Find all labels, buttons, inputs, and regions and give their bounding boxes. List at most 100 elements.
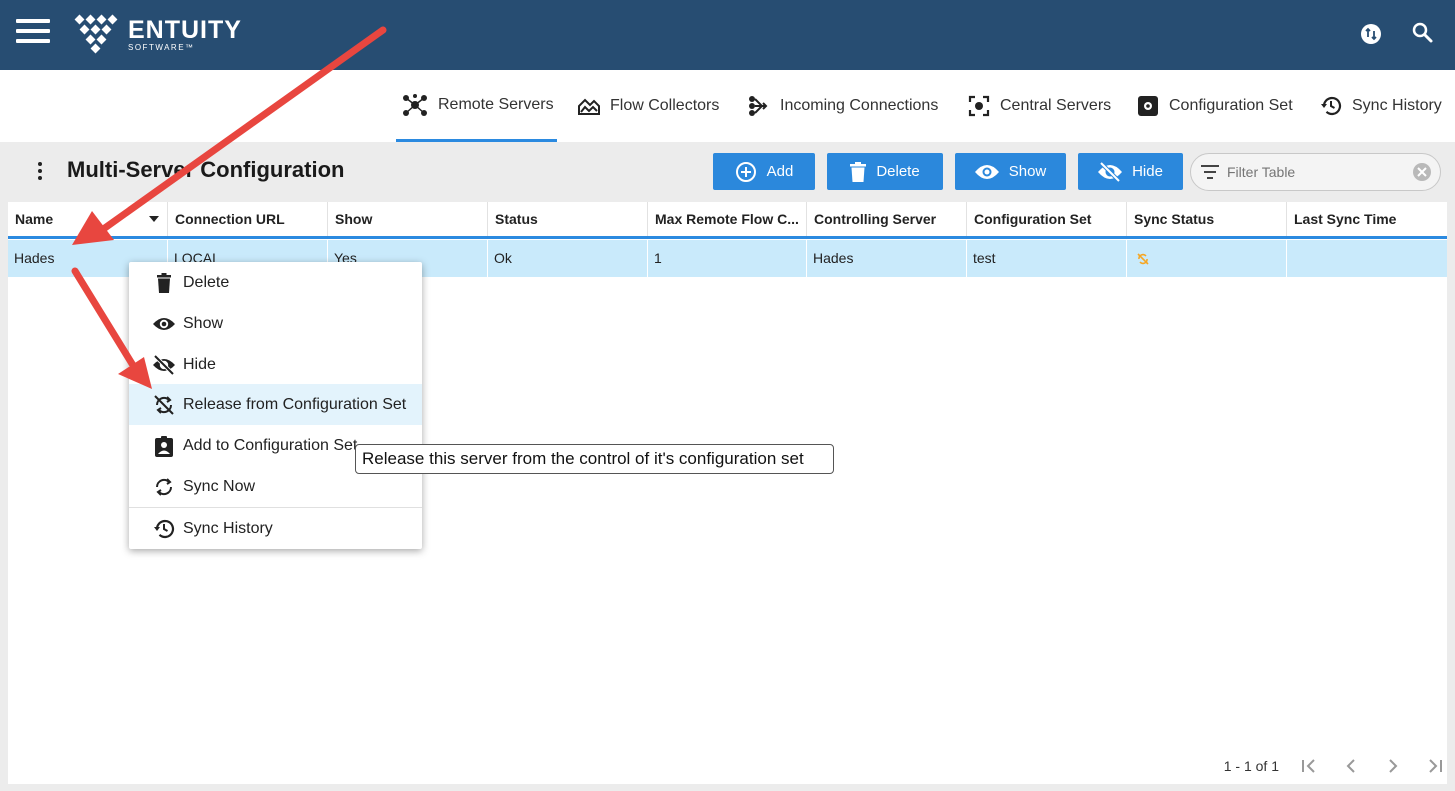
- last-page-icon[interactable]: [1423, 754, 1447, 778]
- pagination-range: 1 - 1 of 1: [1223, 758, 1279, 774]
- cell-last-sync-time: [1287, 240, 1447, 277]
- column-header-sync-status[interactable]: Sync Status: [1127, 202, 1287, 236]
- filter-icon: [1201, 165, 1219, 179]
- previous-page-icon[interactable]: [1339, 754, 1363, 778]
- cell-configuration-set: test: [967, 240, 1127, 277]
- cell-status: Ok: [488, 240, 648, 277]
- sync-released-icon: [1137, 253, 1149, 265]
- configuration-set-icon: [1138, 96, 1158, 116]
- column-header-label: Sync Status: [1134, 211, 1215, 227]
- next-page-icon[interactable]: [1381, 754, 1405, 778]
- column-header-last-sync-time[interactable]: Last Sync Time: [1287, 202, 1447, 236]
- first-page-icon[interactable]: [1297, 754, 1321, 778]
- entuity-logo-mark-icon: [74, 14, 118, 54]
- page-title: Multi-Server Configuration: [67, 157, 345, 182]
- pagination: 1 - 1 of 1: [1224, 754, 1447, 778]
- menu-item-label: Release from Configuration Set: [183, 395, 407, 413]
- sync-badge-icon[interactable]: [1357, 20, 1385, 48]
- menu-item-label: Sync History: [183, 519, 273, 537]
- incoming-connections-icon: [749, 96, 768, 116]
- tab-label: Sync History: [1352, 97, 1442, 114]
- toolbar: Multi-Server Configuration Add Delete Sh…: [8, 142, 1447, 202]
- column-header-label: Connection URL: [175, 211, 285, 227]
- assignment-add-icon: [155, 435, 173, 457]
- eye-icon: [974, 164, 999, 179]
- column-header-controlling-server[interactable]: Controlling Server: [807, 202, 967, 236]
- cell-controlling-server: Hades: [807, 240, 967, 277]
- tab-bar: Remote Servers Flow Collectors Incoming …: [0, 70, 1455, 142]
- tab-incoming-connections[interactable]: Incoming Connections: [748, 70, 938, 142]
- tab-configuration-set[interactable]: Configuration Set: [1137, 70, 1293, 142]
- cell-sync-status: [1127, 240, 1287, 277]
- release-tooltip: Release this server from the control of …: [355, 444, 834, 474]
- eye-icon: [153, 317, 175, 330]
- tab-label: Configuration Set: [1169, 97, 1293, 114]
- search-icon[interactable]: [1410, 20, 1438, 48]
- hide-button-label: Hide: [1132, 163, 1163, 180]
- sort-desc-icon: [149, 216, 159, 222]
- column-header-label: Last Sync Time: [1294, 211, 1397, 227]
- column-header-max-remote-flow[interactable]: Max Remote Flow C...: [648, 202, 807, 236]
- flow-collector-icon: [578, 98, 600, 115]
- brand-subtitle: SOFTWARE™: [128, 42, 195, 52]
- tab-label: Incoming Connections: [780, 97, 939, 114]
- menu-item-hide[interactable]: Hide: [129, 344, 422, 385]
- network-hub-icon: [403, 93, 427, 116]
- context-menu: Delete Show Hide Release from Configurat…: [129, 262, 422, 549]
- tab-sync-history[interactable]: Sync History: [1320, 70, 1442, 142]
- filter-table: [1190, 153, 1441, 191]
- delete-button[interactable]: Delete: [827, 153, 943, 190]
- column-header-label: Name: [15, 211, 54, 227]
- delete-button-label: Delete: [876, 163, 920, 180]
- history-icon: [1321, 96, 1342, 116]
- app-header: ENTUITY SOFTWARE™: [0, 0, 1455, 70]
- tab-central-servers[interactable]: Central Servers: [968, 70, 1111, 142]
- column-header-label: Configuration Set: [974, 211, 1092, 227]
- tab-remote-servers[interactable]: Remote Servers: [396, 70, 557, 142]
- tab-label: Central Servers: [1000, 97, 1112, 114]
- column-header-label: Status: [495, 211, 538, 227]
- trash-icon: [157, 272, 171, 293]
- menu-item-release-from-configuration-set[interactable]: Release from Configuration Set: [129, 384, 422, 425]
- menu-item-sync-history[interactable]: Sync History: [129, 508, 422, 549]
- entuity-logo: ENTUITY SOFTWARE™: [72, 14, 242, 54]
- column-header-show[interactable]: Show: [328, 202, 488, 236]
- eye-off-icon: [1098, 161, 1123, 182]
- table-header: Name Connection URL Show Status Max Remo…: [8, 202, 1447, 239]
- menu-item-label: Hide: [183, 355, 216, 373]
- menu-item-label: Sync Now: [183, 477, 256, 495]
- hamburger-menu-icon[interactable]: [16, 19, 50, 47]
- add-circle-icon: [735, 161, 756, 182]
- menu-item-label: Show: [183, 314, 224, 332]
- more-options-icon[interactable]: [32, 162, 48, 184]
- column-header-name[interactable]: Name: [8, 202, 168, 236]
- sync-icon: [155, 477, 173, 496]
- menu-item-label: Delete: [183, 273, 230, 291]
- central-server-icon: [968, 95, 990, 117]
- column-header-connection-url[interactable]: Connection URL: [168, 202, 328, 236]
- column-header-configuration-set[interactable]: Configuration Set: [967, 202, 1127, 236]
- history-icon: [154, 519, 175, 538]
- filter-input[interactable]: [1227, 164, 1412, 180]
- hide-button[interactable]: Hide: [1078, 153, 1183, 190]
- cell-max-remote-flow: 1: [648, 240, 807, 277]
- tab-label: Flow Collectors: [610, 97, 720, 114]
- add-button-label: Add: [766, 163, 794, 180]
- trash-icon: [850, 161, 867, 182]
- column-header-label: Controlling Server: [814, 211, 937, 227]
- sync-disabled-icon: [154, 394, 174, 415]
- tab-label: Remote Servers: [438, 95, 554, 113]
- column-header-label: Show: [335, 211, 373, 227]
- brand-name: ENTUITY: [128, 15, 242, 44]
- menu-item-label: Add to Configuration Set: [183, 436, 358, 454]
- show-button[interactable]: Show: [955, 153, 1066, 190]
- column-header-label: Max Remote Flow C...: [655, 211, 799, 227]
- menu-item-delete[interactable]: Delete: [129, 262, 422, 303]
- tab-flow-collectors[interactable]: Flow Collectors: [578, 70, 719, 142]
- eye-off-icon: [153, 354, 175, 375]
- menu-item-show[interactable]: Show: [129, 303, 422, 344]
- clear-filter-icon[interactable]: [1412, 162, 1432, 187]
- show-button-label: Show: [1008, 163, 1047, 180]
- add-button[interactable]: Add: [713, 153, 815, 190]
- column-header-status[interactable]: Status: [488, 202, 648, 236]
